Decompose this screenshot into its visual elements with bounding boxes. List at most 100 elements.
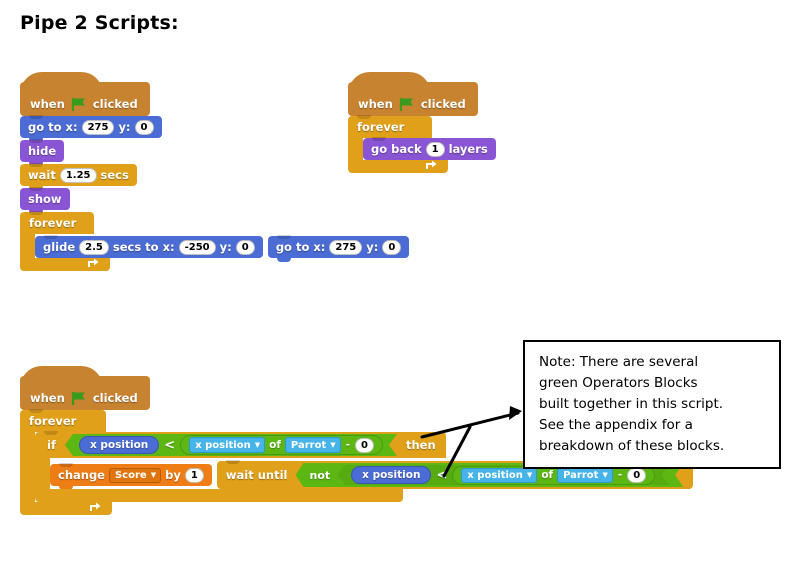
change-label: change — [58, 468, 105, 482]
layers-label: layers — [448, 142, 488, 156]
wait-label: wait — [28, 168, 56, 182]
when-label: when — [30, 97, 65, 111]
green-flag-icon — [71, 97, 87, 112]
less-than-operator-block[interactable]: x position < x position ▼ of Parrot ▼ - … — [65, 434, 397, 456]
go-to-x-label-2: go to x: — [275, 240, 326, 254]
forever-block[interactable]: forever glide 2.5 secs to x: -250 y: 0 g… — [20, 211, 410, 271]
glide-y-label: y: — [219, 240, 232, 254]
y-label: y: — [118, 120, 131, 134]
target-sprite-dropdown[interactable]: Parrot ▼ — [285, 437, 341, 453]
change-amount-input[interactable]: 1 — [184, 467, 204, 483]
screenshot-root: Pipe 2 Scripts: when clicked go to x: 27… — [0, 0, 800, 584]
show-block[interactable]: show — [20, 187, 70, 214]
glide-y-input[interactable]: 0 — [235, 239, 255, 255]
chevron-down-icon[interactable]: ▼ — [255, 442, 260, 449]
forever-footer-3 — [20, 502, 112, 515]
wait-duration-input[interactable]: 1.25 — [59, 167, 97, 183]
chevron-down-icon-3[interactable]: ▼ — [151, 471, 156, 479]
score-variable-dropdown[interactable]: Score ▼ — [108, 467, 162, 483]
chevron-down-icon-2[interactable]: ▼ — [330, 442, 335, 449]
note-line-3: built together in this script. — [539, 396, 724, 412]
of-label: of — [269, 439, 281, 451]
go-back-label: go back — [371, 142, 422, 156]
x-input[interactable]: 275 — [81, 119, 115, 135]
forever-left-arm-2 — [348, 138, 363, 160]
forever-header-3[interactable]: forever — [20, 409, 106, 432]
forever-label: forever — [29, 216, 77, 230]
forever-label-3: forever — [29, 414, 77, 428]
y-label-2: y: — [366, 240, 379, 254]
forever-header-2[interactable]: forever — [348, 115, 432, 138]
forever-left-arm — [20, 234, 35, 258]
target-name: Parrot — [290, 439, 327, 451]
minus-symbol: - — [345, 439, 350, 451]
when-green-flag-clicked-hat-block[interactable]: when clicked — [20, 72, 150, 120]
y-input-2[interactable]: 0 — [382, 239, 402, 255]
go-to-x-label: go to x: — [28, 120, 78, 134]
less-than-symbol: < — [164, 437, 176, 453]
if-header[interactable]: if x position < x position ▼ of Parrot ▼… — [35, 431, 446, 458]
note-line-4: See the appendix for a — [539, 417, 693, 433]
loop-arrow-icon-3 — [88, 501, 102, 516]
go-to-xy-block[interactable]: go to x: 275 y: 0 — [20, 115, 162, 142]
secs-to-x-label: secs to x: — [112, 240, 175, 254]
variable-name: Score — [114, 469, 147, 481]
note-line-5: breakdown of these blocks. — [539, 438, 725, 454]
if-left-arm — [35, 458, 50, 489]
target-name-2: Parrot — [563, 469, 599, 481]
green-flag-icon-3 — [71, 391, 87, 406]
when-label-3: when — [30, 391, 65, 405]
of-label-2: of — [541, 469, 554, 481]
clicked-label-3: clicked — [92, 391, 138, 405]
pointer-arrow — [420, 406, 522, 478]
x-position-reporter[interactable]: x position — [79, 436, 159, 454]
not-label: not — [309, 468, 331, 482]
wait-secs-block[interactable]: wait 1.25 secs — [20, 163, 137, 190]
show-label: show — [28, 192, 62, 206]
glide-x-input[interactable]: -250 — [178, 239, 216, 255]
hide-block[interactable]: hide — [20, 139, 65, 166]
loop-arrow-icon-2 — [424, 159, 438, 174]
layers-input[interactable]: 1 — [425, 141, 445, 157]
note-line-1: Note: There are several — [539, 354, 699, 370]
go-to-xy-block-2[interactable]: go to x: 275 y: 0 — [267, 235, 410, 262]
forever-left-arm-3 — [20, 432, 35, 502]
forever-block-2[interactable]: forever go back 1 layers — [348, 115, 496, 173]
hide-label: hide — [28, 144, 57, 158]
minus-symbol-2: - — [617, 469, 623, 481]
clicked-label: clicked — [92, 97, 138, 111]
glide-to-xy-block[interactable]: glide 2.5 secs to x: -250 y: 0 — [35, 235, 263, 262]
chevron-down-icon-5[interactable]: ▼ — [602, 472, 607, 479]
target-sprite-dropdown-2[interactable]: Parrot ▼ — [557, 468, 613, 483]
when-green-flag-clicked-hat-block-2[interactable]: when clicked — [348, 72, 478, 120]
when-label-2: when — [358, 97, 393, 111]
forever-contents-2: go back 1 layers — [363, 137, 496, 164]
forever-label-2: forever — [357, 120, 405, 134]
attribute-of-block[interactable]: x position ▼ — [189, 437, 265, 453]
operators-note-box: Note: There are several green Operators … — [523, 340, 781, 469]
forever-header[interactable]: forever — [20, 211, 94, 234]
glide-label: glide — [43, 240, 76, 254]
change-variable-block[interactable]: change Score ▼ by 1 — [50, 463, 212, 490]
when-green-flag-clicked-hat-block-3[interactable]: when clicked — [20, 366, 150, 414]
go-back-layers-block[interactable]: go back 1 layers — [363, 137, 496, 164]
script-layer[interactable]: when clicked forever go back 1 layers — [348, 72, 496, 173]
y-input[interactable]: 0 — [134, 119, 154, 135]
subtract-operator-block[interactable]: x position ▼ of Parrot ▼ - 0 — [180, 435, 383, 455]
if-label: if — [47, 438, 56, 452]
wait-until-label: wait until — [225, 468, 288, 482]
x-input-2[interactable]: 275 — [329, 239, 363, 255]
note-line-2: green Operators Blocks — [539, 375, 698, 391]
forever-footer-2 — [348, 160, 448, 173]
green-flag-icon-2 — [399, 97, 415, 112]
page-title: Pipe 2 Scripts: — [20, 12, 179, 34]
by-label: by — [165, 468, 181, 482]
offset-input-2[interactable]: 0 — [627, 468, 646, 483]
forever-contents: glide 2.5 secs to x: -250 y: 0 go to x: … — [35, 234, 410, 262]
offset-input[interactable]: 0 — [355, 438, 374, 453]
secs-label: secs — [100, 168, 129, 182]
forever-footer — [20, 258, 110, 271]
attribute-name: x position — [195, 439, 251, 451]
glide-secs-input[interactable]: 2.5 — [79, 239, 109, 255]
clicked-label-2: clicked — [420, 97, 466, 111]
